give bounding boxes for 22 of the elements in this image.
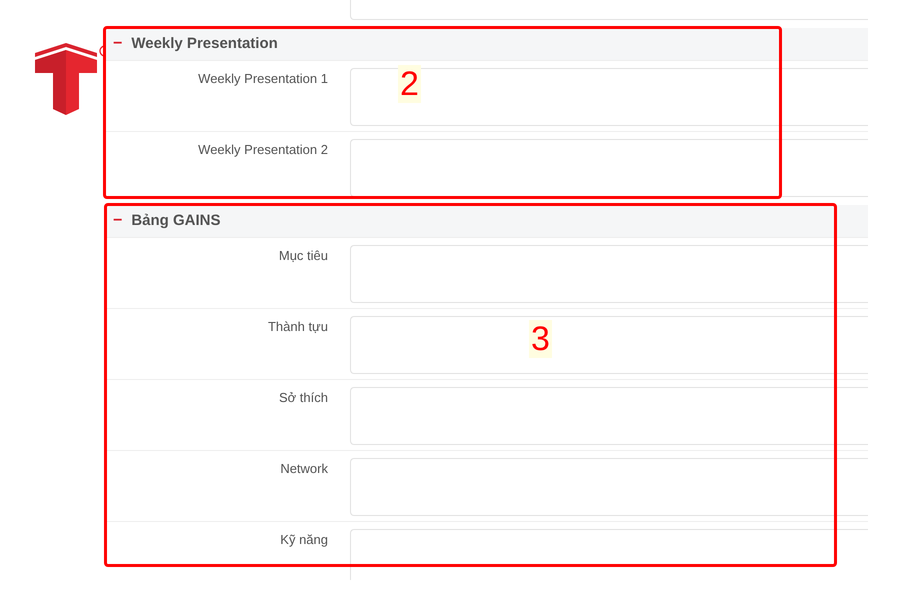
input-field[interactable] bbox=[350, 139, 868, 197]
input-field[interactable] bbox=[350, 68, 868, 126]
section-header[interactable]: − Weekly Presentation bbox=[105, 28, 868, 60]
field-label: Weekly Presentation 2 bbox=[198, 142, 328, 159]
input-field[interactable] bbox=[350, 0, 868, 20]
annotation-number: 2 bbox=[398, 65, 421, 103]
field-label: Thành tựu bbox=[268, 319, 328, 336]
annotation-number: 3 bbox=[529, 320, 552, 358]
field-label: Weekly Presentation 1 bbox=[198, 71, 328, 88]
field-label: Mục tiêu bbox=[278, 248, 328, 265]
collapse-toggle[interactable]: − bbox=[113, 36, 122, 52]
field-label: Kỹ năng bbox=[280, 532, 328, 549]
input-field[interactable] bbox=[350, 387, 868, 445]
section-title: Bảng GAINS bbox=[131, 210, 221, 231]
input-field[interactable] bbox=[350, 458, 868, 516]
collapse-toggle[interactable]: − bbox=[113, 213, 122, 229]
field-label: Network bbox=[280, 461, 328, 478]
input-field[interactable] bbox=[350, 316, 868, 374]
input-field[interactable] bbox=[350, 245, 868, 303]
section-header[interactable]: − Bảng GAINS bbox=[105, 205, 868, 237]
section-title: Weekly Presentation bbox=[131, 34, 278, 54]
field-label: Sở thích bbox=[279, 390, 328, 407]
